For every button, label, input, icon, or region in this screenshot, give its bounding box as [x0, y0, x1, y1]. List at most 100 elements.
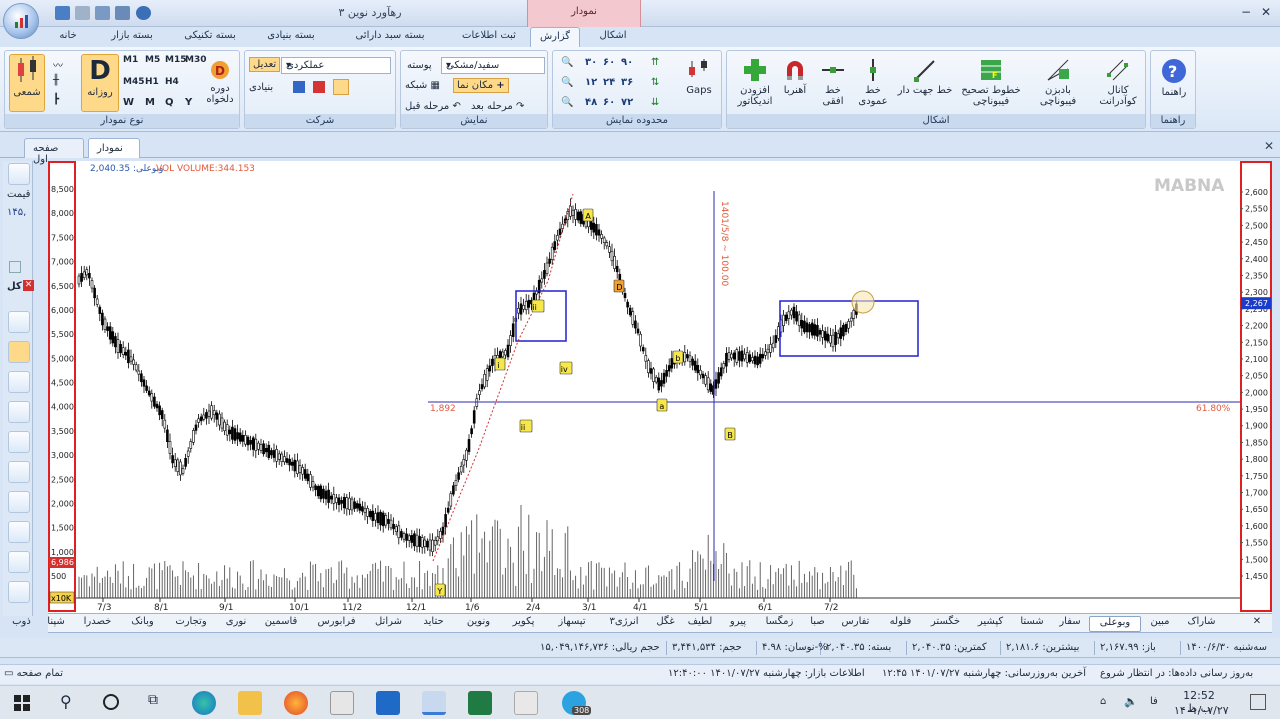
- print-icon[interactable]: [75, 6, 90, 20]
- period-h1[interactable]: H1: [145, 77, 159, 87]
- globe-tool-icon[interactable]: [8, 401, 30, 423]
- tab-fundamental-pack[interactable]: بسته بنیادی: [258, 27, 324, 47]
- close-window-icon[interactable]: ✕: [1258, 4, 1274, 20]
- range-36[interactable]: ۳۶: [621, 77, 633, 88]
- candle-button[interactable]: شمعی: [9, 54, 45, 112]
- range-30[interactable]: ۳۰: [585, 57, 597, 68]
- close-tab-icon[interactable]: ✕: [1264, 139, 1274, 153]
- excel-icon[interactable]: [468, 691, 492, 715]
- windows-start-icon[interactable]: [14, 695, 30, 711]
- export-tool-icon[interactable]: [8, 581, 30, 603]
- color-tool-icon[interactable]: [8, 461, 30, 483]
- symbol-tab[interactable]: کپشیر: [968, 616, 1013, 632]
- app-menu-button[interactable]: [3, 3, 39, 39]
- grid-button[interactable]: شبکه ▦: [405, 80, 440, 91]
- symbol-tab[interactable]: تامید: [0, 616, 6, 632]
- scroll-middle-icon[interactable]: ⇅: [651, 77, 659, 88]
- horizontal-line-button[interactable]: خط افقی: [815, 57, 851, 107]
- adjust-red-icon[interactable]: [313, 81, 325, 93]
- period-m5[interactable]: M5: [145, 55, 160, 65]
- symbol-tab[interactable]: صبا: [802, 616, 833, 632]
- search-icon[interactable]: ⚲: [60, 692, 72, 711]
- tab-portfolio-pack[interactable]: بسته سبد دارائی: [342, 27, 438, 47]
- range-72[interactable]: ۷۲: [621, 97, 633, 108]
- bar-chart-icon[interactable]: ╫: [53, 75, 59, 86]
- tab-data-entry[interactable]: ثبت اطلاعات: [456, 27, 522, 47]
- tab-market-pack[interactable]: بسته بازار: [102, 27, 162, 47]
- tab-first-page[interactable]: صفحه اول: [24, 138, 84, 165]
- range-60b[interactable]: ۶۰: [603, 97, 615, 108]
- company-dropdown[interactable]: عملکردی ▾: [281, 57, 391, 74]
- symbol-tab[interactable]: سفار: [1051, 616, 1089, 632]
- cursor-button[interactable]: مکان نما +: [453, 78, 509, 93]
- tab-home[interactable]: خانه: [52, 27, 84, 47]
- fullscreen-button[interactable]: ▭ تمام صفحه: [4, 668, 63, 679]
- line-chart-icon[interactable]: 〰: [53, 57, 63, 72]
- symbol-tab[interactable]: شپنا: [37, 616, 75, 632]
- price-chart[interactable]: 1,892 61.80% 1401/5/8 ~ 100.00 8,500 8,000 7…: [48, 161, 1272, 613]
- theme-dropdown[interactable]: سفید/مشکی ▾: [441, 57, 545, 74]
- symbol-tab[interactable]: قاسمین: [255, 616, 307, 632]
- range-60[interactable]: ۶۰: [603, 57, 615, 68]
- save-icon[interactable]: [55, 6, 70, 20]
- print-preview-icon[interactable]: [95, 6, 110, 20]
- symbol-tab[interactable]: فلوله: [878, 616, 923, 632]
- symbol-tab[interactable]: نوری: [217, 616, 255, 632]
- tab-report[interactable]: گزارش: [530, 27, 580, 47]
- task-view-icon[interactable]: ⧉: [148, 692, 158, 708]
- scroll-end-icon[interactable]: ⇊: [651, 97, 659, 108]
- zoom-reset-icon[interactable]: 🔍: [561, 97, 573, 108]
- symbol-tab[interactable]: وبانک: [120, 616, 165, 632]
- edge-icon[interactable]: [192, 691, 216, 715]
- clock-date[interactable]: ۱۴۰۱/۰۷/۲۷: [1174, 704, 1229, 717]
- settings-tool-icon[interactable]: [8, 521, 30, 543]
- symbol-tab[interactable]: شستا: [1013, 616, 1051, 632]
- symbol-tab[interactable]: انرژی۳: [598, 616, 650, 632]
- vertical-line-button[interactable]: خط عمودی: [855, 57, 891, 107]
- code-editor-icon[interactable]: [514, 691, 538, 715]
- language-indicator[interactable]: فا: [1150, 696, 1158, 707]
- magnet-button[interactable]: آهنربا: [777, 57, 813, 96]
- heart-tool-icon[interactable]: [8, 551, 30, 573]
- fib-retracement-button[interactable]: F خطوط تصحیح فیبوناچی: [959, 57, 1023, 107]
- range-90[interactable]: ۹۰: [621, 57, 633, 68]
- adjust-blue-icon[interactable]: [293, 81, 305, 93]
- symbol-tab[interactable]: لطیف: [681, 616, 719, 632]
- period-m1[interactable]: M1: [123, 55, 138, 65]
- period-month[interactable]: M: [145, 97, 155, 108]
- prev-step-button[interactable]: مرحله قبل ↶: [405, 101, 461, 112]
- store-icon[interactable]: [330, 691, 354, 715]
- range-48[interactable]: ۴۸: [585, 97, 597, 108]
- period-m15[interactable]: M15: [165, 55, 186, 65]
- remove-icon[interactable]: ✕: [23, 280, 34, 291]
- symbol-tab[interactable]: غگل: [650, 616, 681, 632]
- zoom-out-icon[interactable]: 🔍: [561, 77, 573, 88]
- period-h4[interactable]: H4: [165, 77, 179, 87]
- chart-area[interactable]: 1,892 61.80% 1401/5/8 ~ 100.00 8,500 8,000 7…: [48, 161, 1272, 613]
- network-icon[interactable]: ⌂: [1100, 696, 1106, 707]
- gaps-button[interactable]: Gaps: [681, 57, 717, 96]
- ray-line-button[interactable]: خط جهت دار: [897, 57, 953, 96]
- symbol-tab[interactable]: شراتل: [366, 616, 411, 632]
- share-tool-icon[interactable]: [8, 431, 30, 453]
- step-chart-icon[interactable]: ┣: [53, 94, 59, 105]
- period-y[interactable]: Y: [185, 97, 192, 108]
- tab-chart[interactable]: نمودار: [88, 138, 140, 158]
- symbol-tab[interactable]: تفارس: [833, 616, 878, 632]
- symbol-tab[interactable]: تپسهاز: [546, 616, 598, 632]
- daily-button[interactable]: D روزانه: [81, 54, 119, 112]
- tab-technical-pack[interactable]: بسته تکنیکی: [176, 27, 244, 47]
- quadrant-button[interactable]: کانال کوآدرانت: [1091, 57, 1145, 107]
- symbol-tab[interactable]: وتجارت: [165, 616, 217, 632]
- volume-icon[interactable]: 🔈: [1124, 695, 1138, 708]
- cortana-icon[interactable]: [103, 694, 119, 710]
- adjust-toggle[interactable]: تعدیل: [249, 57, 281, 72]
- symbol-tab[interactable]: پیرو: [719, 616, 757, 632]
- window-icon[interactable]: [115, 6, 130, 20]
- symbol-tab[interactable]: زمگسا: [757, 616, 802, 632]
- period-q[interactable]: Q: [165, 97, 174, 108]
- custom-period-button[interactable]: D دوره دلخواه: [203, 59, 237, 105]
- symbol-tab[interactable]: شاراک: [1179, 616, 1224, 632]
- notification-icon[interactable]: [1250, 694, 1266, 710]
- fib-fan-button[interactable]: بادبزن فیبوناچی: [1029, 57, 1087, 107]
